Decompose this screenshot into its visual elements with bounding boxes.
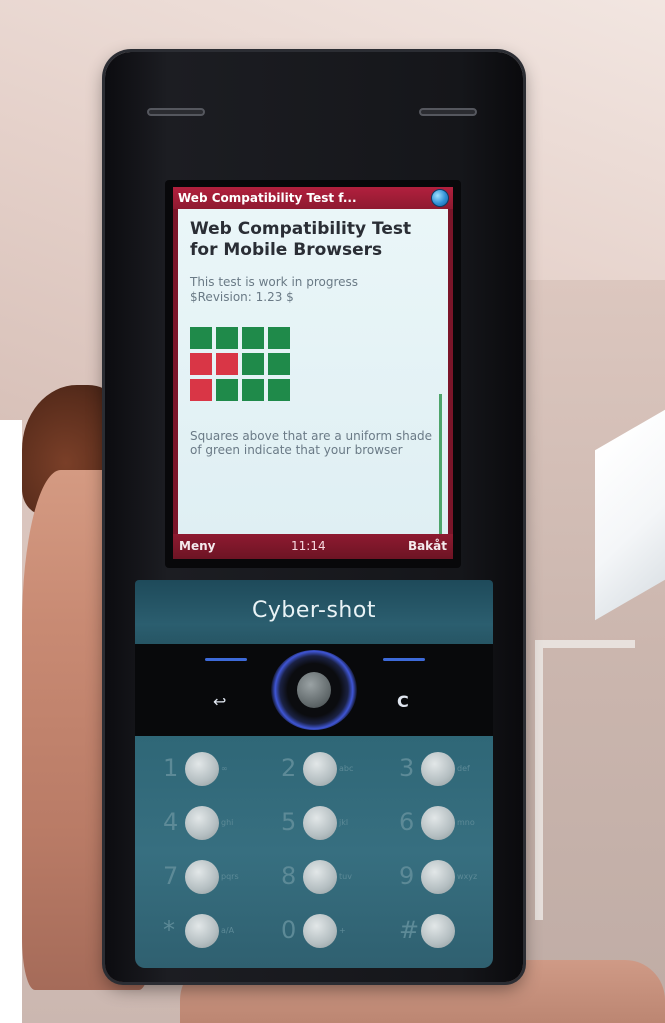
test-square-green — [242, 353, 264, 375]
browser-title-bar: Web Compatibility Test f... — [173, 187, 453, 209]
key-number: 4 — [163, 808, 179, 836]
keypad-key-4[interactable]: 4 ghi — [163, 802, 233, 846]
key-letters: + — [339, 926, 346, 935]
key-button[interactable] — [421, 752, 455, 786]
keypad-key-3[interactable]: 3 def — [399, 748, 470, 792]
key-number: # — [399, 916, 420, 944]
test-square-green — [268, 353, 290, 375]
key-letters: pqrs — [221, 872, 239, 881]
key-button[interactable] — [303, 860, 337, 894]
back-key[interactable]: ↩ — [213, 692, 226, 711]
keypad-key-7[interactable]: 7 pqrs — [163, 856, 239, 900]
page-heading: Web Compatibility Test for Mobile Browse… — [190, 219, 412, 260]
key-letters: ghi — [221, 818, 234, 827]
softkey-bar: Meny 11:14 Bakåt — [173, 534, 453, 559]
softkey-right-back[interactable]: Bakåt — [408, 534, 447, 559]
key-letters: a/A — [221, 926, 235, 935]
key-number: 0 — [281, 916, 297, 944]
key-letters: tuv — [339, 872, 352, 881]
key-number: 9 — [399, 862, 415, 890]
keypad-key-9[interactable]: 9 wxyz — [399, 856, 477, 900]
navigation-center-key[interactable] — [297, 672, 331, 708]
test-square-green — [190, 327, 212, 349]
key-letters: def — [457, 764, 470, 773]
page-note-line-2: $Revision: 1.23 $ — [190, 290, 294, 304]
key-button[interactable] — [303, 806, 337, 840]
keypad-key-8[interactable]: 8 tuv — [281, 856, 352, 900]
mobile-phone: Web Compatibility Test f... Web Compatib… — [105, 52, 523, 982]
key-number: 2 — [281, 754, 297, 782]
keypad: 1 ∞ 2 abc 3 def 4 ghi 5 jkl 6 mno 7 pqrs 8 tuv 9 wxyz * a/A… — [135, 736, 493, 968]
key-button[interactable] — [421, 806, 455, 840]
key-letters: mno — [457, 818, 475, 827]
keypad-key-*[interactable]: * a/A — [163, 910, 235, 954]
test-squares-grid — [190, 327, 438, 401]
key-button[interactable] — [421, 914, 455, 948]
key-letters: ∞ — [221, 764, 228, 773]
test-square-green — [242, 327, 264, 349]
key-number: 8 — [281, 862, 297, 890]
phone-screen: Web Compatibility Test f... Web Compatib… — [173, 187, 453, 559]
left-selection-key[interactable] — [205, 658, 247, 661]
key-button[interactable] — [303, 914, 337, 948]
keypad-key-#[interactable]: # — [399, 910, 469, 954]
key-number: 6 — [399, 808, 415, 836]
softkey-left-menu[interactable]: Meny — [179, 534, 215, 559]
browser-title: Web Compatibility Test f... — [178, 191, 357, 205]
key-letters: abc — [339, 764, 354, 773]
key-number: 1 — [163, 754, 179, 782]
key-number: 3 — [399, 754, 415, 782]
scrollbar[interactable] — [439, 394, 442, 544]
test-square-red — [190, 379, 212, 401]
key-letters: wxyz — [457, 872, 478, 881]
key-number: * — [163, 916, 175, 944]
page-note-line-1: This test is work in progress — [190, 275, 359, 289]
key-button[interactable] — [421, 860, 455, 894]
globe-icon — [431, 189, 449, 207]
right-selection-key[interactable] — [383, 658, 425, 661]
test-square-red — [190, 353, 212, 375]
keypad-key-1[interactable]: 1 ∞ — [163, 748, 233, 792]
clear-key[interactable]: C — [397, 692, 409, 711]
keypad-key-5[interactable]: 5 jkl — [281, 802, 351, 846]
navigation-panel: ↩ C — [135, 644, 493, 736]
key-number: 7 — [163, 862, 179, 890]
brand-panel: Cyber-shot — [135, 580, 493, 654]
brand-logo: Cyber-shot — [252, 598, 376, 623]
keypad-key-0[interactable]: 0 + — [281, 910, 351, 954]
key-button[interactable] — [303, 752, 337, 786]
key-button[interactable] — [185, 860, 219, 894]
speaker-grille-left — [147, 108, 205, 116]
test-square-green — [268, 327, 290, 349]
page-trailing-text: Squares above that are a uniform shade o… — [190, 429, 433, 457]
keypad-key-6[interactable]: 6 mno — [399, 802, 475, 846]
test-square-green — [216, 379, 238, 401]
key-letters: jkl — [339, 818, 349, 827]
test-square-red — [216, 353, 238, 375]
key-button[interactable] — [185, 752, 219, 786]
test-square-green — [268, 379, 290, 401]
browser-content[interactable]: Web Compatibility Test for Mobile Browse… — [173, 209, 453, 544]
page-note: This test is work in progress $Revision:… — [190, 275, 438, 305]
key-button[interactable] — [185, 914, 219, 948]
test-square-green — [242, 379, 264, 401]
key-button[interactable] — [185, 806, 219, 840]
background-pipe — [535, 640, 635, 920]
clock: 11:14 — [291, 539, 326, 553]
speaker-grille-right — [419, 108, 477, 116]
key-number: 5 — [281, 808, 297, 836]
keypad-key-2[interactable]: 2 abc — [281, 748, 354, 792]
test-square-green — [216, 327, 238, 349]
